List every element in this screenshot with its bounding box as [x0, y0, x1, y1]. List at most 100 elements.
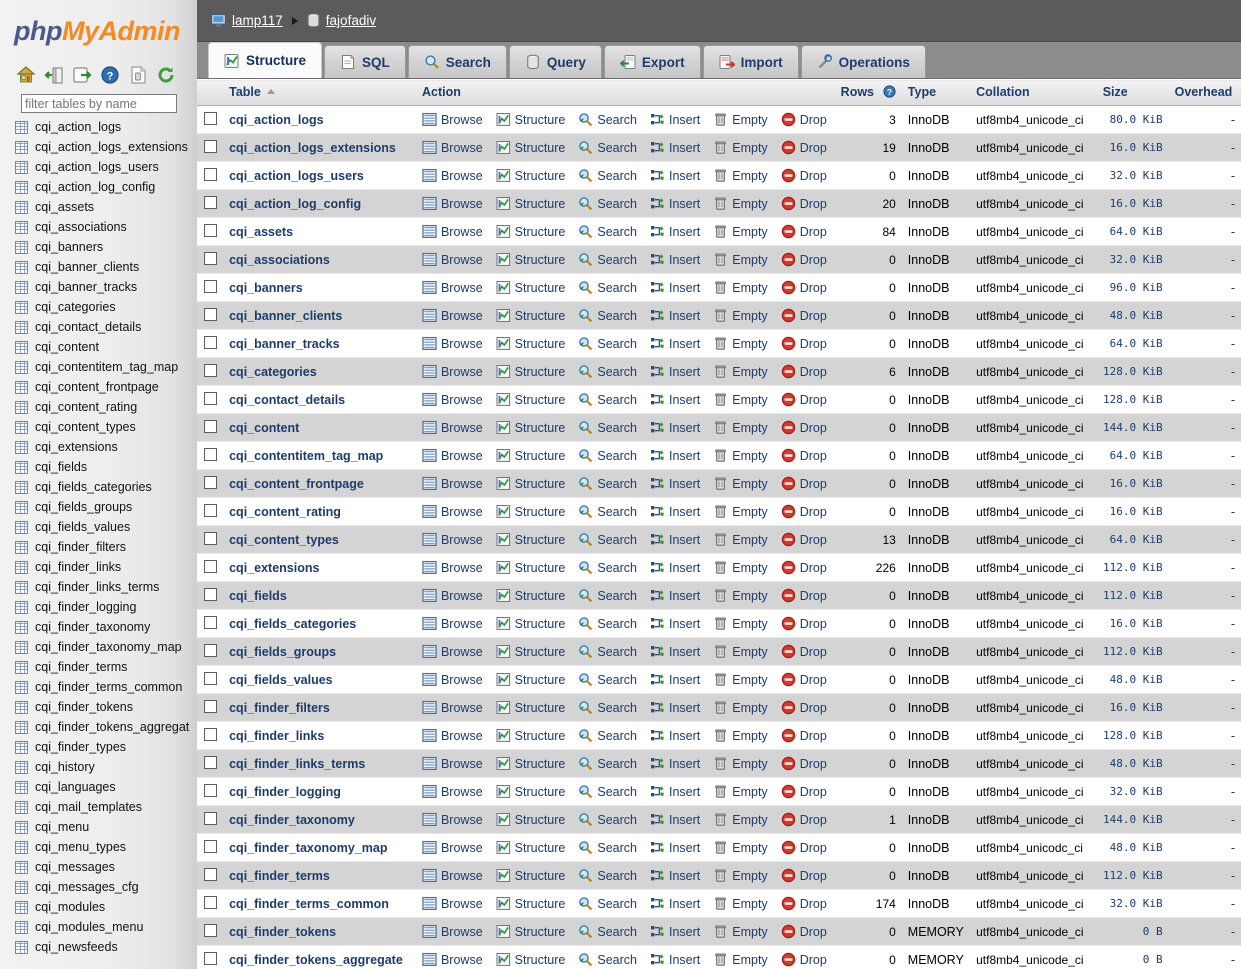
action-structure[interactable]: Structure — [496, 364, 565, 379]
action-insert[interactable]: Insert — [650, 812, 700, 827]
action-drop[interactable]: Drop — [781, 308, 827, 323]
action-empty[interactable]: Empty — [713, 616, 768, 631]
reload-icon[interactable] — [156, 65, 176, 85]
sidebar-table-item[interactable]: cqi_content_frontpage — [15, 377, 197, 397]
action-browse[interactable]: Browse — [422, 896, 483, 911]
action-structure[interactable]: Structure — [496, 868, 565, 883]
action-empty[interactable]: Empty — [713, 140, 768, 155]
action-structure[interactable]: Structure — [496, 392, 565, 407]
action-insert[interactable]: Insert — [650, 756, 700, 771]
sidebar-table-item[interactable]: cqi_content_types — [15, 417, 197, 437]
export-icon[interactable] — [72, 65, 92, 85]
table-name-link[interactable]: cqi_finder_terms_common — [229, 897, 389, 911]
action-drop[interactable]: Drop — [781, 672, 827, 687]
action-structure[interactable]: Structure — [496, 644, 565, 659]
row-checkbox[interactable] — [203, 755, 217, 769]
table-name-link[interactable]: cqi_content_frontpage — [229, 477, 364, 491]
table-name-link[interactable]: cqi_finder_links_terms — [229, 757, 365, 771]
row-checkbox[interactable] — [203, 727, 217, 741]
action-empty[interactable]: Empty — [713, 560, 768, 575]
action-search[interactable]: Search — [578, 896, 637, 911]
action-structure[interactable]: Structure — [496, 812, 565, 827]
table-name-link[interactable]: cqi_finder_links — [229, 729, 324, 743]
action-empty[interactable]: Empty — [713, 364, 768, 379]
action-drop[interactable]: Drop — [781, 644, 827, 659]
sidebar-table-item[interactable]: cqi_assets — [15, 197, 197, 217]
action-structure[interactable]: Structure — [496, 280, 565, 295]
action-search[interactable]: Search — [578, 868, 637, 883]
row-checkbox[interactable] — [203, 419, 217, 433]
sidebar-table-item[interactable]: cqi_finder_taxonomy — [15, 617, 197, 637]
action-browse[interactable]: Browse — [422, 196, 483, 211]
table-name-link[interactable]: cqi_contentitem_tag_map — [229, 449, 383, 463]
action-drop[interactable]: Drop — [781, 504, 827, 519]
action-insert[interactable]: Insert — [650, 840, 700, 855]
action-insert[interactable]: Insert — [650, 196, 700, 211]
row-checkbox[interactable] — [203, 111, 217, 125]
action-drop[interactable]: Drop — [781, 896, 827, 911]
action-empty[interactable]: Empty — [713, 896, 768, 911]
sidebar-table-item[interactable]: cqi_fields — [15, 457, 197, 477]
action-empty[interactable]: Empty — [713, 868, 768, 883]
action-drop[interactable]: Drop — [781, 280, 827, 295]
action-empty[interactable]: Empty — [713, 700, 768, 715]
action-structure[interactable]: Structure — [496, 532, 565, 547]
action-insert[interactable]: Insert — [650, 672, 700, 687]
action-structure[interactable]: Structure — [496, 140, 565, 155]
table-name-link[interactable]: cqi_finder_terms — [229, 869, 330, 883]
action-drop[interactable]: Drop — [781, 812, 827, 827]
action-browse[interactable]: Browse — [422, 420, 483, 435]
row-checkbox[interactable] — [203, 167, 217, 181]
action-browse[interactable]: Browse — [422, 364, 483, 379]
table-name-link[interactable]: cqi_finder_filters — [229, 701, 330, 715]
action-empty[interactable]: Empty — [713, 420, 768, 435]
action-structure[interactable]: Structure — [496, 112, 565, 127]
action-empty[interactable]: Empty — [713, 756, 768, 771]
action-search[interactable]: Search — [578, 560, 637, 575]
sidebar-table-item[interactable]: cqi_banner_tracks — [15, 277, 197, 297]
row-checkbox[interactable] — [203, 951, 217, 965]
sidebar-table-item[interactable]: cqi_finder_tokens_aggregat — [15, 717, 197, 737]
action-structure[interactable]: Structure — [496, 196, 565, 211]
action-drop[interactable]: Drop — [781, 140, 827, 155]
action-drop[interactable]: Drop — [781, 476, 827, 491]
row-checkbox[interactable] — [203, 195, 217, 209]
row-checkbox[interactable] — [203, 363, 217, 377]
row-checkbox[interactable] — [203, 839, 217, 853]
action-search[interactable]: Search — [578, 224, 637, 239]
action-drop[interactable]: Drop — [781, 448, 827, 463]
sidebar-table-item[interactable]: cqi_banner_clients — [15, 257, 197, 277]
header-select-all[interactable] — [197, 79, 224, 106]
action-drop[interactable]: Drop — [781, 168, 827, 183]
action-empty[interactable]: Empty — [713, 728, 768, 743]
action-structure[interactable]: Structure — [496, 896, 565, 911]
sidebar-table-item[interactable]: cqi_action_logs_extensions — [15, 137, 197, 157]
action-drop[interactable]: Drop — [781, 756, 827, 771]
action-structure[interactable]: Structure — [496, 448, 565, 463]
action-search[interactable]: Search — [578, 196, 637, 211]
table-name-link[interactable]: cqi_contact_details — [229, 393, 345, 407]
action-browse[interactable]: Browse — [422, 532, 483, 547]
row-checkbox[interactable] — [203, 643, 217, 657]
table-name-link[interactable]: cqi_action_log_config — [229, 197, 361, 211]
sidebar-table-item[interactable]: cqi_associations — [15, 217, 197, 237]
sidebar-table-item[interactable]: cqi_history — [15, 757, 197, 777]
home-icon[interactable] — [16, 65, 36, 85]
action-search[interactable]: Search — [578, 168, 637, 183]
row-checkbox[interactable] — [203, 587, 217, 601]
action-structure[interactable]: Structure — [496, 588, 565, 603]
action-drop[interactable]: Drop — [781, 196, 827, 211]
sidebar-table-item[interactable]: cqi_finder_links_terms — [15, 577, 197, 597]
phpmyadmin-logo[interactable]: phpMyAdmin — [0, 0, 197, 47]
action-browse[interactable]: Browse — [422, 560, 483, 575]
action-search[interactable]: Search — [578, 784, 637, 799]
tab-operations[interactable]: Operations — [800, 45, 926, 78]
action-search[interactable]: Search — [578, 476, 637, 491]
row-checkbox[interactable] — [203, 671, 217, 685]
action-insert[interactable]: Insert — [650, 504, 700, 519]
action-drop[interactable]: Drop — [781, 616, 827, 631]
action-insert[interactable]: Insert — [650, 784, 700, 799]
action-browse[interactable]: Browse — [422, 924, 483, 939]
action-structure[interactable]: Structure — [496, 756, 565, 771]
tab-search[interactable]: Search — [407, 45, 507, 78]
